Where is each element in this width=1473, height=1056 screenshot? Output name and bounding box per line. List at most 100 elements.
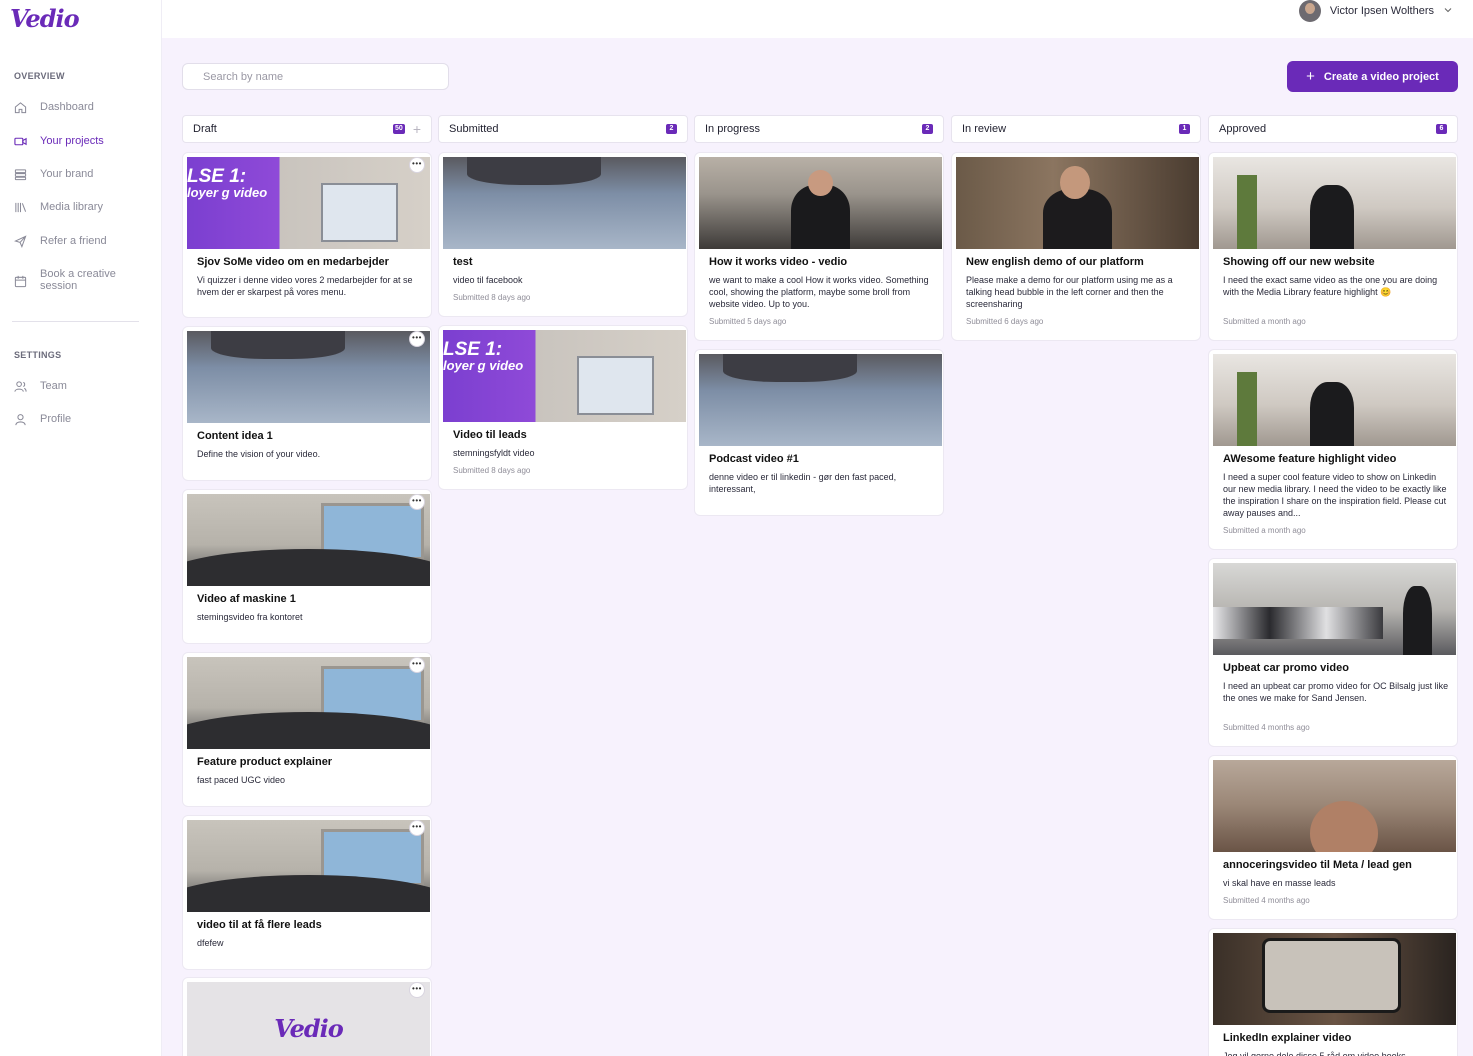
project-card[interactable]: annoceringsvideo til Meta / lead gen vi … bbox=[1208, 755, 1458, 920]
column-title: Draft bbox=[193, 123, 217, 135]
sidebar-item-label: Your projects bbox=[40, 135, 104, 147]
sidebar-item-dashboard[interactable]: Dashboard bbox=[14, 101, 154, 114]
sidebar-item-team[interactable]: Team bbox=[14, 380, 154, 393]
card-description: fast paced UGC video bbox=[197, 775, 286, 785]
more-options-icon[interactable]: ••• bbox=[409, 494, 425, 510]
project-card[interactable]: ••• video til at få flere leads dfefew bbox=[182, 815, 432, 970]
sidebar-item-label: Profile bbox=[40, 413, 72, 425]
submitted-time: Submitted 8 days ago bbox=[453, 466, 531, 475]
video-thumbnail bbox=[1213, 933, 1456, 1025]
card-title: test bbox=[453, 256, 473, 268]
project-card[interactable]: ••• Feature product explainer fast paced… bbox=[182, 652, 432, 807]
video-thumbnail bbox=[1213, 157, 1456, 249]
project-card[interactable]: ••• Content idea 1 Define the vision of … bbox=[182, 326, 432, 481]
more-options-icon[interactable]: ••• bbox=[409, 331, 425, 347]
create-video-project-button[interactable]: + Create a video project bbox=[1287, 61, 1458, 92]
column-approved: Approved 6 Showing off our new website I… bbox=[1208, 115, 1458, 1056]
project-card[interactable]: LSE 1: loyer g video ••• Sjov SoMe video… bbox=[182, 152, 432, 318]
card-description: Vi quizzer i denne video vores 2 medarbe… bbox=[197, 275, 413, 297]
count-badge: 2 bbox=[666, 124, 677, 134]
count-badge: 1 bbox=[1179, 124, 1190, 134]
card-title: Content idea 1 bbox=[197, 430, 273, 442]
card-title: Upbeat car promo video bbox=[1223, 662, 1349, 674]
main-content: + Create a video project Draft 50 + LSE … bbox=[162, 38, 1473, 1056]
project-card[interactable]: LinkedIn explainer video Jeg vil gerne d… bbox=[1208, 928, 1458, 1056]
column-title: In progress bbox=[705, 123, 761, 135]
project-card[interactable]: test video til facebook Submitted 8 days… bbox=[438, 152, 688, 317]
sidebar-item-label: Media library bbox=[40, 201, 103, 213]
settings-section-title: SETTINGS bbox=[14, 350, 62, 360]
user-menu[interactable]: Victor Ipsen Wolthers bbox=[1298, 0, 1453, 22]
card-description: I need a super cool feature video to sho… bbox=[1223, 472, 1447, 518]
project-card[interactable]: Showing off our new website I need the e… bbox=[1208, 152, 1458, 341]
sidebar-item-label: Team bbox=[40, 380, 67, 392]
more-options-icon[interactable]: ••• bbox=[409, 820, 425, 836]
count-badge: 50 bbox=[393, 124, 405, 134]
card-title: Sjov SoMe video om en medarbejder bbox=[197, 256, 389, 268]
video-icon bbox=[14, 135, 27, 148]
chevron-down-icon bbox=[1443, 5, 1453, 18]
project-card[interactable]: Vedio ••• bbox=[182, 977, 432, 1056]
column-in-progress: In progress 2 How it works video - vedio… bbox=[694, 115, 944, 516]
project-card[interactable]: Podcast video #1 denne video er til link… bbox=[694, 349, 944, 516]
vedio-logo[interactable]: Vedio bbox=[10, 4, 80, 33]
sidebar-item-media-library[interactable]: Media library bbox=[14, 201, 154, 214]
sidebar-item-book-a-creative-session[interactable]: Book a creative session bbox=[14, 268, 154, 292]
thumbnail-caption: LSE 1: loyer g video bbox=[443, 339, 524, 373]
library-icon bbox=[14, 201, 27, 214]
sidebar-item-profile[interactable]: Profile bbox=[14, 413, 154, 426]
project-card[interactable]: Upbeat car promo video I need an upbeat … bbox=[1208, 558, 1458, 747]
column-header: Submitted 2 bbox=[438, 115, 688, 143]
card-title: LinkedIn explainer video bbox=[1223, 1032, 1352, 1044]
card-title: How it works video - vedio bbox=[709, 256, 848, 268]
card-description: I need an upbeat car promo video for OC … bbox=[1223, 681, 1449, 703]
submitted-time: Submitted 4 months ago bbox=[1223, 723, 1310, 732]
more-options-icon[interactable]: ••• bbox=[409, 657, 425, 673]
search-input[interactable] bbox=[182, 63, 449, 90]
video-thumbnail bbox=[187, 820, 430, 912]
video-thumbnail: LSE 1: loyer g video bbox=[443, 330, 686, 422]
card-title: Video til leads bbox=[453, 429, 527, 441]
video-thumbnail bbox=[187, 494, 430, 586]
card-description: we want to make a cool How it works vide… bbox=[709, 275, 929, 309]
project-card[interactable]: New english demo of our platform Please … bbox=[951, 152, 1201, 341]
video-thumbnail bbox=[187, 657, 430, 749]
card-description: video til facebook bbox=[453, 275, 523, 285]
sidebar-item-your-projects[interactable]: Your projects bbox=[14, 135, 154, 148]
video-thumbnail bbox=[443, 157, 686, 249]
project-card[interactable]: AWesome feature highlight video I need a… bbox=[1208, 349, 1458, 550]
column-header: Approved 6 bbox=[1208, 115, 1458, 143]
video-thumbnail bbox=[1213, 563, 1456, 655]
project-card[interactable]: LSE 1: loyer g video Video til leads ste… bbox=[438, 325, 688, 490]
project-card[interactable]: ••• Video af maskine 1 stemingsvideo fra… bbox=[182, 489, 432, 644]
video-thumbnail bbox=[1213, 354, 1456, 446]
column-submitted: Submitted 2 test video til facebook Subm… bbox=[438, 115, 688, 490]
sidebar-divider bbox=[12, 321, 139, 322]
card-description: dfefew bbox=[197, 938, 224, 948]
add-project-icon[interactable]: + bbox=[413, 122, 421, 136]
team-icon bbox=[14, 380, 27, 393]
sidebar-item-your-brand[interactable]: Your brand bbox=[14, 168, 154, 181]
project-card[interactable]: How it works video - vedio we want to ma… bbox=[694, 152, 944, 341]
more-options-icon[interactable]: ••• bbox=[409, 982, 425, 998]
column-header: In review 1 bbox=[951, 115, 1201, 143]
video-thumbnail bbox=[187, 331, 430, 423]
card-title: Showing off our new website bbox=[1223, 256, 1375, 268]
overview-section-title: OVERVIEW bbox=[14, 71, 65, 81]
vedio-placeholder-logo: Vedio bbox=[274, 1013, 344, 1043]
video-thumbnail: LSE 1: loyer g video bbox=[187, 157, 430, 249]
column-header: Draft 50 + bbox=[182, 115, 432, 143]
card-title: video til at få flere leads bbox=[197, 919, 322, 931]
submitted-time: Submitted 8 days ago bbox=[453, 293, 531, 302]
video-thumbnail bbox=[699, 157, 942, 249]
more-options-icon[interactable]: ••• bbox=[409, 157, 425, 173]
card-description: Jeg vil gerne dele disse 5 råd om video … bbox=[1223, 1051, 1406, 1056]
card-description: denne video er til linkedin - gør den fa… bbox=[709, 472, 897, 494]
card-description: vi skal have en masse leads bbox=[1223, 878, 1336, 888]
sidebar-item-refer-a-friend[interactable]: Refer a friend bbox=[14, 235, 154, 248]
card-description: stemningsfyldt video bbox=[453, 448, 535, 458]
thumbnail-caption: LSE 1: loyer g video bbox=[187, 166, 268, 200]
video-thumbnail bbox=[1213, 760, 1456, 852]
card-title: annoceringsvideo til Meta / lead gen bbox=[1223, 859, 1412, 871]
card-description: Define the vision of your video. bbox=[197, 449, 321, 459]
